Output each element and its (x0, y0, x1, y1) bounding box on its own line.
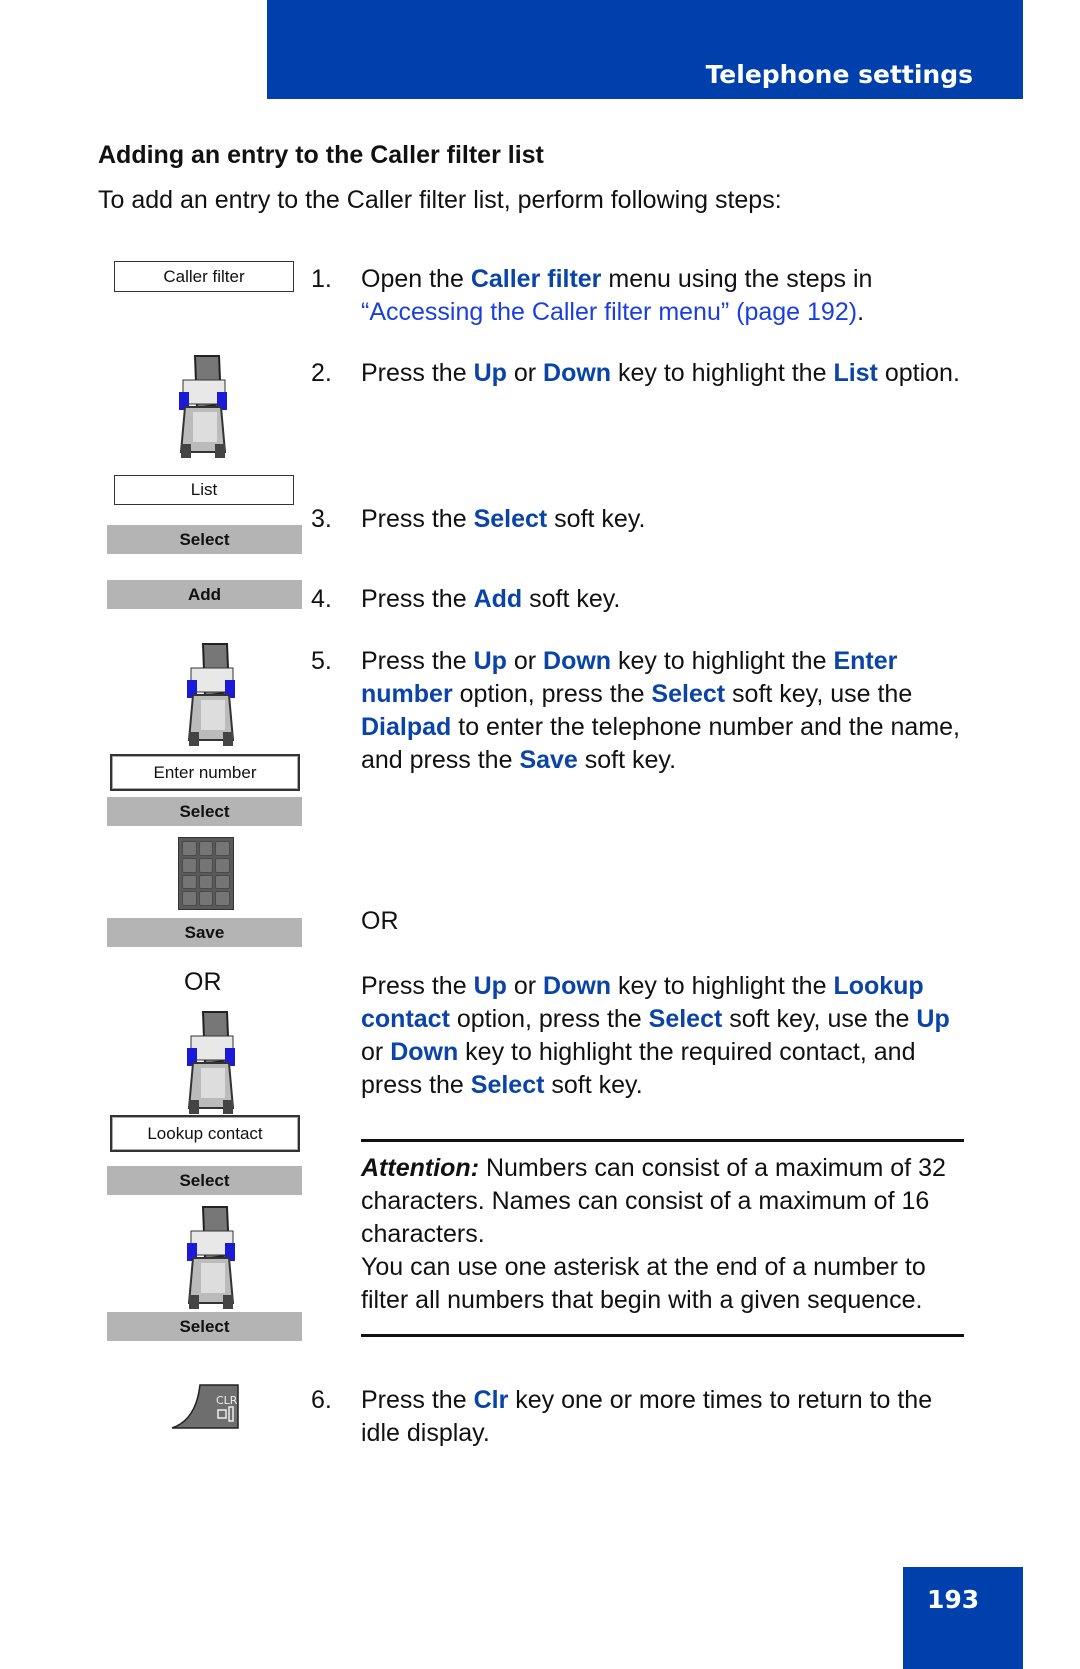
menu-list: List (114, 475, 294, 505)
or-label-right: OR (361, 907, 399, 935)
softkey-select: Select (107, 525, 302, 554)
clr-key-icon: CLR (171, 1384, 239, 1429)
nav-key-icon (187, 643, 235, 746)
softkey-select: Select (107, 797, 302, 826)
softkey-select: Select (107, 1166, 302, 1195)
nav-key-icon (179, 355, 227, 458)
link-accessing-caller-filter-menu[interactable]: “Accessing the Caller filter menu” (page… (361, 298, 857, 326)
svg-text:CLR: CLR (216, 1394, 238, 1407)
menu-lookup-contact: Lookup contact (110, 1115, 300, 1152)
dialpad-icon (178, 837, 234, 910)
keyword-caller-filter: Caller filter (470, 265, 602, 293)
softkey-save: Save (107, 918, 302, 947)
softkey-select: Select (107, 1312, 302, 1341)
page-number-box: 193 (903, 1567, 1023, 1669)
alt-step: Press the Up or Down key to highlight th… (361, 972, 950, 1099)
menu-caller-filter: Caller filter (114, 261, 294, 292)
or-label-left: OR (184, 968, 222, 996)
attention-note: Attention: Numbers can consist of a maxi… (361, 1154, 946, 1314)
divider-top (361, 1139, 964, 1142)
divider-bottom (361, 1334, 964, 1337)
section-heading: Adding an entry to the Caller filter lis… (98, 141, 544, 169)
menu-enter-number: Enter number (110, 754, 300, 791)
header-title: Telephone settings (705, 60, 973, 89)
page-number: 193 (927, 1585, 980, 1614)
attention-label: Attention: (361, 1154, 480, 1182)
header-bar: Telephone settings (267, 0, 1023, 99)
nav-key-icon (187, 1011, 235, 1114)
nav-key-icon (187, 1206, 235, 1309)
softkey-add: Add (107, 580, 302, 609)
intro-text: To add an entry to the Caller filter lis… (98, 186, 782, 214)
